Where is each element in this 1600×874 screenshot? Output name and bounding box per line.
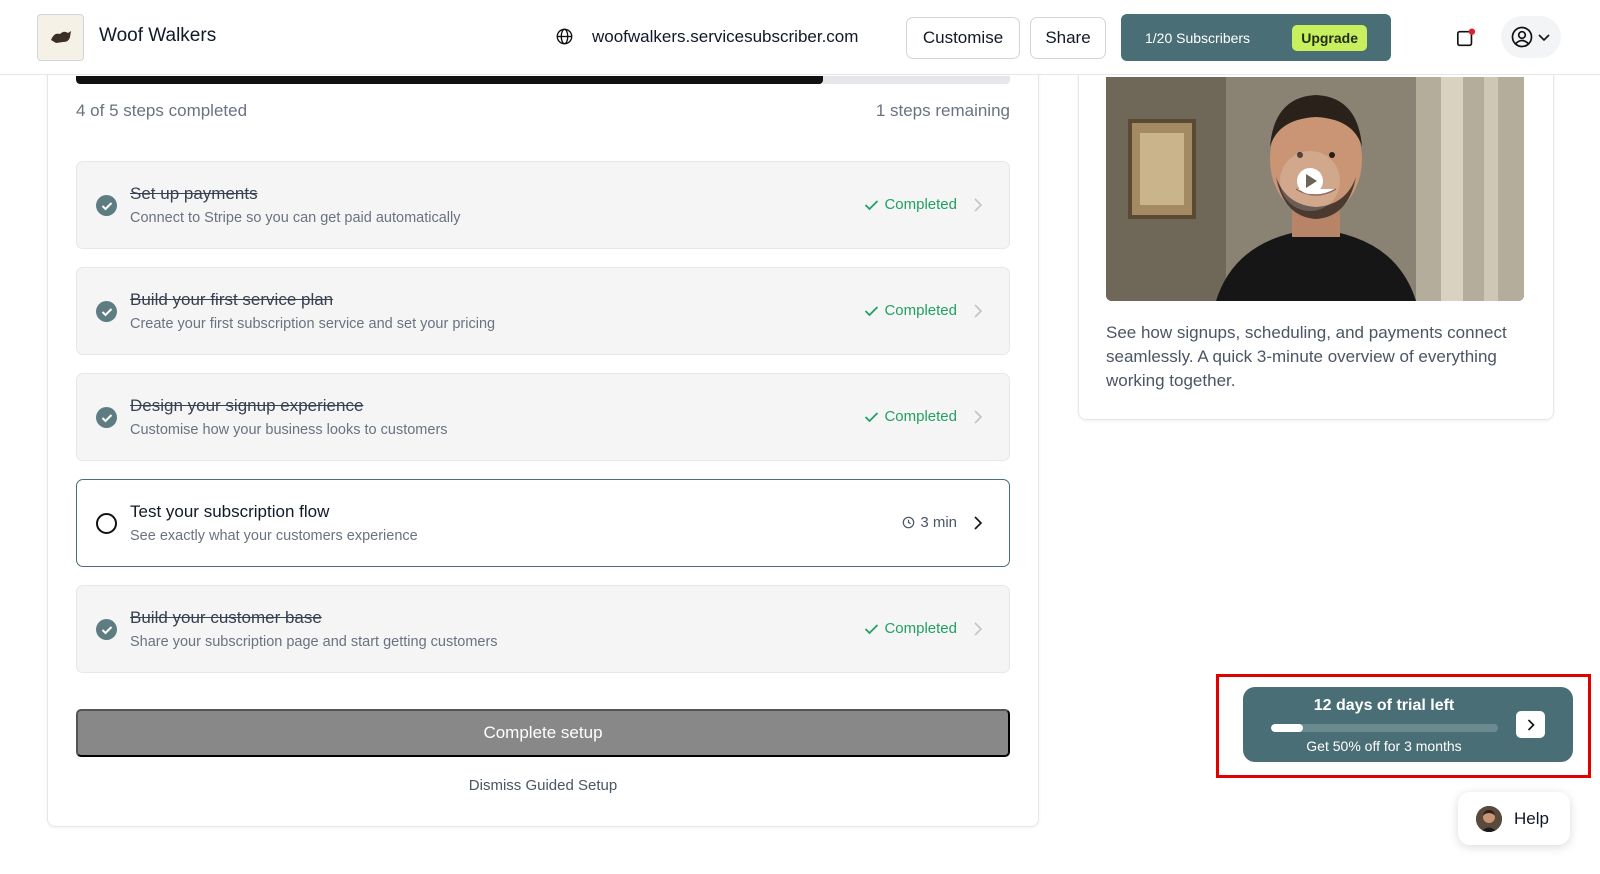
chevron-right-icon	[974, 304, 983, 318]
setup-progress-bar	[76, 76, 1010, 84]
chevron-right-icon	[974, 622, 983, 636]
step-pending-icon	[96, 513, 117, 534]
step-done-icon	[96, 195, 117, 216]
checkmark-icon	[865, 305, 879, 316]
trial-progress-fill	[1271, 724, 1303, 732]
subscribers-count: 1/20 Subscribers	[1145, 29, 1251, 46]
setup-step-customer-base[interactable]: Build your customer base Share your subs…	[76, 585, 1010, 673]
subscribers-badge[interactable]: 1/20 Subscribers Upgrade	[1121, 14, 1391, 61]
brand-name: Woof Walkers	[99, 25, 217, 46]
step-title: Build your first service plan	[130, 290, 334, 309]
step-title: Set up payments	[130, 184, 258, 203]
step-status-label: Completed	[884, 408, 957, 425]
video-thumbnail[interactable]	[1106, 77, 1524, 301]
share-button[interactable]: Share	[1030, 17, 1106, 59]
customise-button[interactable]: Customise	[906, 17, 1020, 59]
step-title: Design your signup experience	[130, 396, 364, 415]
upgrade-button[interactable]: Upgrade	[1292, 25, 1367, 51]
step-duration: 3 min	[902, 514, 957, 531]
logo-mark	[48, 28, 74, 47]
dismiss-guided-setup-link[interactable]: Dismiss Guided Setup	[76, 777, 1010, 794]
step-done-icon	[96, 407, 117, 428]
video-description: See how signups, scheduling, and payment…	[1106, 323, 1507, 390]
step-description: Connect to Stripe so you can get paid au…	[130, 210, 461, 226]
steps-completed-text: 4 of 5 steps completed	[76, 101, 248, 120]
help-label: Help	[1514, 808, 1549, 828]
step-status-label: Completed	[884, 620, 957, 637]
step-status-label: Completed	[884, 302, 957, 319]
chevron-down-icon	[1538, 34, 1550, 42]
brand-logo[interactable]	[37, 14, 84, 61]
setup-step-test-flow[interactable]: Test your subscription flow See exactly …	[76, 479, 1010, 567]
checkmark-icon	[865, 411, 879, 422]
setup-step-payments[interactable]: Set up payments Connect to Stripe so you…	[76, 161, 1010, 249]
step-status-label: 3 min	[920, 514, 957, 531]
top-header: Woof Walkers woofwalkers.servicesubscrib…	[0, 0, 1600, 75]
step-done-icon	[96, 301, 117, 322]
chevron-right-icon	[974, 410, 983, 424]
step-status-label: Completed	[884, 196, 957, 213]
checkmark-icon	[865, 199, 879, 210]
chevron-right-icon	[974, 198, 983, 212]
dismiss-label[interactable]: Dismiss Guided Setup	[469, 777, 617, 794]
step-description: See exactly what your customers experien…	[130, 528, 418, 544]
complete-setup-button[interactable]: Complete setup	[76, 709, 1010, 757]
support-avatar	[1476, 805, 1502, 832]
step-status: Completed	[864, 408, 957, 425]
clock-icon	[903, 516, 915, 529]
globe-icon	[556, 28, 573, 45]
notification-icon[interactable]	[1456, 28, 1476, 48]
step-title: Test your subscription flow	[130, 502, 330, 521]
trial-widget[interactable]: 12 days of trial left Get 50% off for 3 …	[1243, 687, 1573, 762]
account-menu-button[interactable]	[1501, 16, 1561, 58]
step-description: Customise how your business looks to cus…	[130, 422, 448, 438]
step-description: Share your subscription page and start g…	[130, 634, 498, 650]
step-description: Create your first subscription service a…	[130, 316, 496, 332]
trial-offer-text: Get 50% off for 3 months	[1306, 738, 1462, 754]
step-status: Completed	[864, 302, 957, 319]
trial-progress-bar	[1271, 724, 1498, 732]
presenter-image	[1106, 77, 1524, 301]
user-circle-icon	[1511, 26, 1533, 48]
step-status: Completed	[864, 196, 957, 213]
trial-open-button[interactable]	[1516, 711, 1545, 738]
setup-step-signup-experience[interactable]: Design your signup experience Customise …	[76, 373, 1010, 461]
steps-remaining-text: 1 steps remaining	[875, 101, 1010, 120]
dog-logo-icon	[50, 31, 71, 43]
step-done-icon	[96, 619, 117, 640]
setup-progress-fill	[76, 76, 824, 84]
chevron-right-icon	[1527, 718, 1535, 731]
step-status: Completed	[864, 620, 957, 637]
trial-days-left: 12 days of trial left	[1313, 697, 1455, 714]
step-title: Build your customer base	[130, 608, 322, 627]
checkmark-icon	[865, 623, 879, 634]
setup-step-service-plan[interactable]: Build your first service plan Create you…	[76, 267, 1010, 355]
site-domain-link[interactable]: woofwalkers.servicesubscriber.com	[592, 27, 858, 47]
help-button[interactable]: Help	[1458, 792, 1570, 845]
chevron-right-icon	[974, 516, 983, 530]
